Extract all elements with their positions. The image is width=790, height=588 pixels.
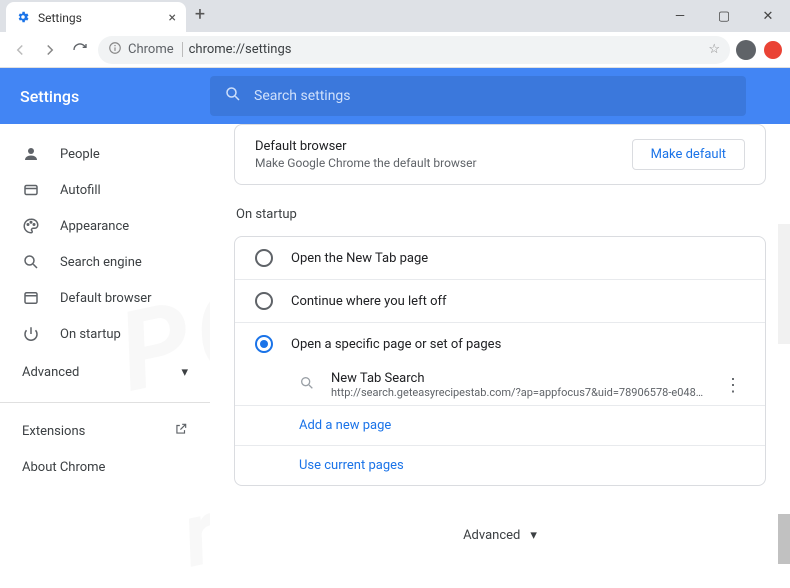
startup-option-label: Open a specific page or set of pages <box>291 337 501 352</box>
sidebar-about[interactable]: About Chrome <box>0 449 210 485</box>
divider <box>0 402 210 403</box>
default-browser-subtitle: Make Google Chrome the default browser <box>255 156 477 170</box>
use-current-pages-link[interactable]: Use current pages <box>235 446 765 485</box>
radio-icon <box>255 292 273 310</box>
startup-page-entry: New Tab Search http://search.geteasyreci… <box>235 365 765 405</box>
extension-shield-icon[interactable] <box>764 41 782 59</box>
sidebar-item-appearance[interactable]: Appearance <box>0 208 210 244</box>
search-icon <box>299 375 315 395</box>
startup-option-new-tab[interactable]: Open the New Tab page <box>235 237 765 279</box>
sidebar-item-on-startup[interactable]: On startup <box>0 316 210 352</box>
radio-icon <box>255 249 273 267</box>
sidebar: People Autofill Appearance Search engine… <box>0 124 210 559</box>
on-startup-card: Open the New Tab page Continue where you… <box>234 236 766 486</box>
settings-header: Settings Search settings <box>0 68 790 124</box>
browser-toolbar: Chrome chrome://settings ☆ <box>0 32 790 68</box>
page-entry-menu-button[interactable]: ⋮ <box>721 375 745 396</box>
reload-button[interactable] <box>68 38 92 62</box>
sidebar-item-label: Default browser <box>60 291 152 306</box>
chevron-down-icon: ▾ <box>181 365 188 380</box>
sidebar-about-label: About Chrome <box>22 460 105 475</box>
startup-page-url: http://search.geteasyrecipestab.com/?ap=… <box>331 386 705 399</box>
search-icon <box>224 85 242 107</box>
omnibox-url: chrome://settings <box>189 42 292 57</box>
browser-icon <box>22 289 40 307</box>
power-icon <box>22 325 40 343</box>
profile-avatar-icon[interactable] <box>736 40 756 60</box>
sidebar-item-search-engine[interactable]: Search engine <box>0 244 210 280</box>
bookmark-star-icon[interactable]: ☆ <box>708 42 720 57</box>
scrollbar-track <box>778 224 790 344</box>
browser-tab[interactable]: Settings × <box>6 2 186 34</box>
sidebar-extensions-label: Extensions <box>22 424 85 439</box>
window-controls: — ▢ ✕ <box>658 0 790 32</box>
tab-title: Settings <box>38 11 82 25</box>
scrollbar-thumb[interactable] <box>778 514 790 564</box>
make-default-button[interactable]: Make default <box>632 139 745 170</box>
sidebar-advanced-label: Advanced <box>22 365 79 380</box>
startup-option-specific-pages[interactable]: Open a specific page or set of pages <box>235 323 765 365</box>
external-link-icon <box>174 422 188 440</box>
radio-selected-icon <box>255 335 273 353</box>
window-close-button[interactable]: ✕ <box>746 0 790 32</box>
startup-page-name: New Tab Search <box>331 371 705 386</box>
gear-icon <box>16 10 30 27</box>
search-placeholder: Search settings <box>254 88 351 104</box>
add-new-page-link[interactable]: Add a new page <box>235 406 765 445</box>
sidebar-item-label: Appearance <box>60 219 129 234</box>
chevron-down-icon: ▾ <box>530 528 537 543</box>
sidebar-extensions[interactable]: Extensions <box>0 413 210 449</box>
sidebar-item-label: Search engine <box>60 255 142 270</box>
forward-button[interactable] <box>38 38 62 62</box>
tab-close-icon[interactable]: × <box>169 10 176 26</box>
startup-option-label: Open the New Tab page <box>291 251 428 266</box>
advanced-toggle-bottom[interactable]: Advanced ▾ <box>234 508 766 559</box>
default-browser-title: Default browser <box>255 139 477 154</box>
omnibox-prefix: Chrome <box>128 42 183 57</box>
info-icon <box>108 41 122 59</box>
sidebar-item-default-browser[interactable]: Default browser <box>0 280 210 316</box>
on-startup-section-label: On startup <box>236 207 766 222</box>
default-browser-card: Default browser Make Google Chrome the d… <box>234 124 766 185</box>
autofill-icon <box>22 181 40 199</box>
settings-title: Settings <box>20 87 190 106</box>
new-tab-button[interactable]: + <box>186 4 214 25</box>
settings-search[interactable]: Search settings <box>210 76 746 116</box>
sidebar-item-autofill[interactable]: Autofill <box>0 172 210 208</box>
startup-option-continue[interactable]: Continue where you left off <box>235 280 765 322</box>
back-button[interactable] <box>8 38 32 62</box>
address-bar[interactable]: Chrome chrome://settings ☆ <box>98 36 730 64</box>
window-maximize-button[interactable]: ▢ <box>702 0 746 32</box>
search-icon <box>22 253 40 271</box>
window-minimize-button[interactable]: — <box>658 0 702 32</box>
advanced-label: Advanced <box>463 528 520 543</box>
startup-option-label: Continue where you left off <box>291 294 447 309</box>
sidebar-item-label: On startup <box>60 327 121 342</box>
person-icon <box>22 145 40 163</box>
sidebar-item-label: People <box>60 147 100 162</box>
sidebar-item-people[interactable]: People <box>0 136 210 172</box>
sidebar-advanced-toggle[interactable]: Advanced ▾ <box>0 352 210 392</box>
palette-icon <box>22 217 40 235</box>
sidebar-item-label: Autofill <box>60 183 101 198</box>
main-content: Default browser Make Google Chrome the d… <box>210 124 790 559</box>
window-titlebar: Settings × + — ▢ ✕ <box>0 0 790 32</box>
